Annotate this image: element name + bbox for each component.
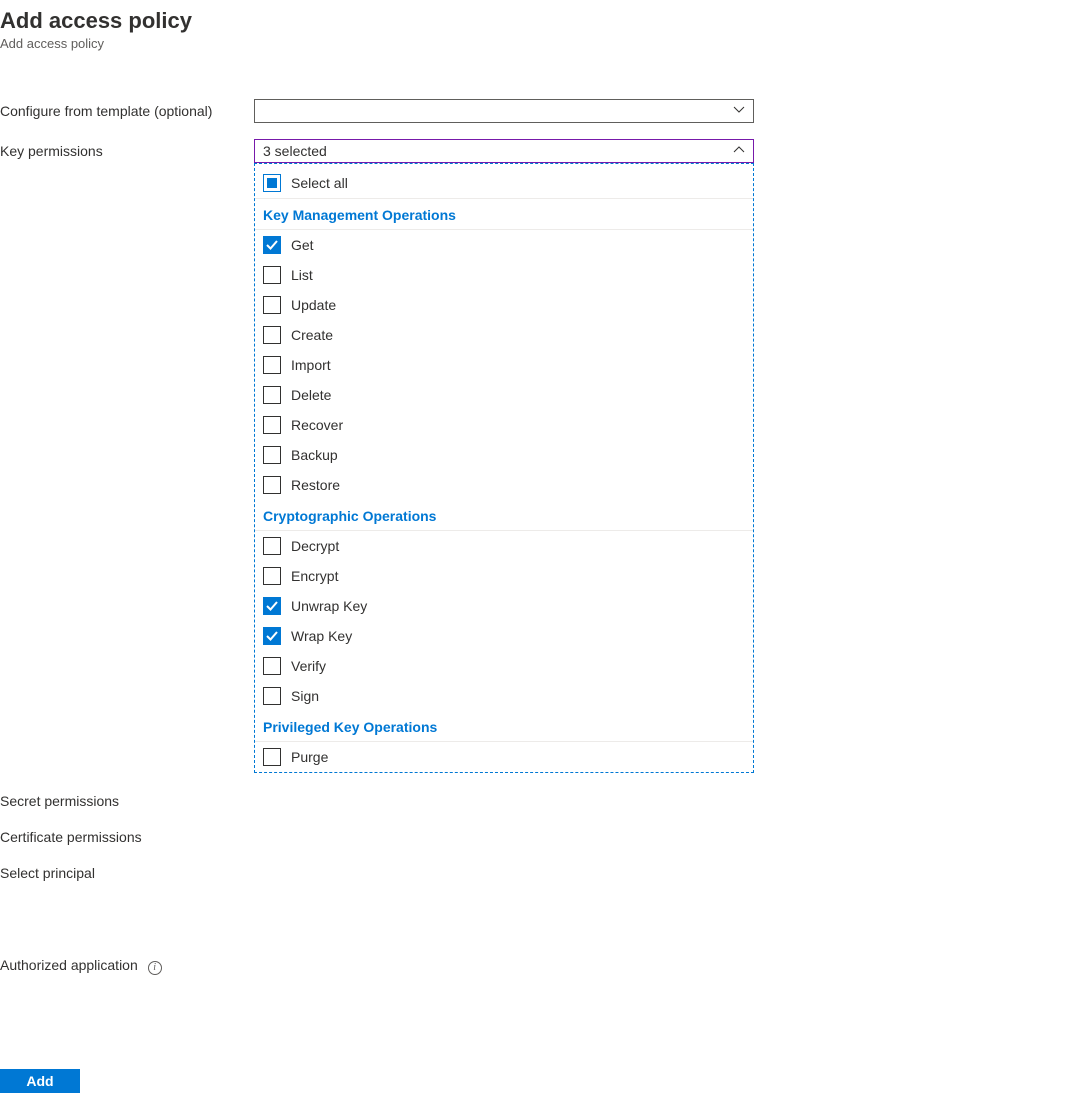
key-permissions-panel: Select all Key Management Operations Get Li… [254,163,754,773]
dropdown-option-label: Update [291,297,336,313]
dropdown-option-label: Import [291,357,331,373]
dropdown-option-label: Verify [291,658,326,674]
dropdown-option[interactable]: Get [255,230,753,260]
checkbox[interactable] [263,326,281,344]
dropdown-section-header: Key Management Operations [255,199,753,230]
checkbox[interactable] [263,174,281,192]
dropdown-option[interactable]: Delete [255,380,753,410]
dropdown-option-label: Get [291,237,314,253]
checkbox[interactable] [263,567,281,585]
key-permissions-label: Key permissions [0,139,250,159]
select-all-label: Select all [291,175,348,191]
dropdown-option[interactable]: Encrypt [255,561,753,591]
checkbox[interactable] [263,266,281,284]
checkbox[interactable] [263,687,281,705]
dropdown-option[interactable]: Backup [255,440,753,470]
breadcrumb: Add access policy [0,36,1088,51]
dropdown-option-label: Sign [291,688,319,704]
dropdown-option[interactable]: Create [255,320,753,350]
dropdown-option-label: Purge [291,749,328,765]
page-title: Add access policy [0,8,1088,34]
checkbox[interactable] [263,597,281,615]
info-icon[interactable]: i [148,961,162,975]
dropdown-option-label: Unwrap Key [291,598,367,614]
dropdown-option-label: Create [291,327,333,343]
dropdown-option-label: Encrypt [291,568,338,584]
checkbox[interactable] [263,296,281,314]
checkbox[interactable] [263,416,281,434]
checkbox[interactable] [263,748,281,766]
dropdown-option[interactable]: Recover [255,410,753,440]
secret-permissions-label: Secret permissions [0,789,250,809]
dropdown-option-label: Backup [291,447,338,463]
checkbox[interactable] [263,476,281,494]
checkbox[interactable] [263,657,281,675]
dropdown-option[interactable]: Restore [255,470,753,500]
chevron-down-icon [733,103,745,119]
dropdown-option-label: Recover [291,417,343,433]
dropdown-option[interactable]: Update [255,290,753,320]
checkbox[interactable] [263,356,281,374]
key-permissions-summary: 3 selected [263,143,327,159]
checkbox[interactable] [263,627,281,645]
checkbox[interactable] [263,386,281,404]
certificate-permissions-label: Certificate permissions [0,825,250,845]
dropdown-option[interactable]: Verify [255,651,753,681]
checkbox[interactable] [263,446,281,464]
dropdown-option[interactable]: Sign [255,681,753,711]
dropdown-option-label: Restore [291,477,340,493]
checkbox[interactable] [263,236,281,254]
authorized-app-label: Authorized application i [0,953,250,975]
select-principal-label: Select principal [0,861,250,881]
dropdown-option-label: Wrap Key [291,628,352,644]
dropdown-option[interactable]: Wrap Key [255,621,753,651]
select-all-option[interactable]: Select all [255,168,753,199]
key-permissions-dropdown[interactable]: 3 selected [254,139,754,163]
template-dropdown[interactable] [254,99,754,123]
dropdown-option[interactable]: Purge [255,742,753,772]
chevron-up-icon [733,143,745,159]
checkbox[interactable] [263,537,281,555]
dropdown-option[interactable]: Import [255,350,753,380]
dropdown-section-header: Cryptographic Operations [255,500,753,531]
template-label: Configure from template (optional) [0,99,250,119]
dropdown-option[interactable]: List [255,260,753,290]
dropdown-section-header: Privileged Key Operations [255,711,753,742]
add-button[interactable]: Add [0,1069,80,1093]
dropdown-option-label: List [291,267,313,283]
dropdown-option-label: Delete [291,387,331,403]
dropdown-option[interactable]: Decrypt [255,531,753,561]
dropdown-option[interactable]: Unwrap Key [255,591,753,621]
dropdown-option-label: Decrypt [291,538,339,554]
authorized-app-label-text: Authorized application [0,957,138,973]
